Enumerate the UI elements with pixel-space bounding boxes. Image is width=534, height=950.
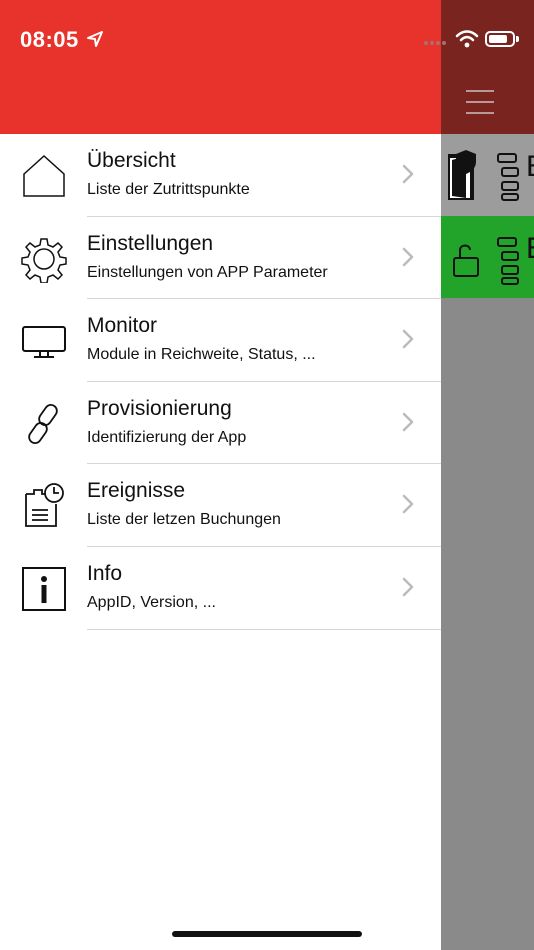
menu-item-subtitle: Identifizierung der App — [87, 428, 247, 446]
background-row-label: E — [526, 150, 534, 184]
menu-item-subtitle: AppID, Version, ... — [87, 593, 216, 611]
chevron-right-icon — [402, 164, 414, 184]
menu-item-einstellungen[interactable]: Einstellungen Einstellungen von APP Para… — [0, 217, 441, 300]
menu-item-ereignisse[interactable]: Ereignisse Liste der letzen Buchungen — [0, 464, 441, 547]
background-row-label: E — [526, 232, 534, 266]
door-shield-icon — [448, 150, 519, 201]
menu-item-subtitle: Liste der Zutrittspunkte — [87, 181, 250, 198]
menu-item-title: Ereignisse — [87, 479, 186, 503]
hamburger-menu-button[interactable] — [466, 90, 496, 116]
status-time: 08:05 — [20, 27, 79, 52]
house-icon — [23, 154, 65, 197]
menu-item-title: Einstellungen — [87, 231, 214, 255]
menu-item-title: Provisionierung — [87, 396, 232, 420]
menu-item-monitor[interactable]: Monitor Module in Reichweite, Status, ..… — [0, 299, 441, 382]
menu-item-uebersicht[interactable]: Übersicht Liste der Zutrittspunkte — [0, 134, 441, 217]
cellular-signal-icon — [424, 41, 448, 45]
info-icon — [22, 566, 66, 611]
menu-item-subtitle: Einstellungen von APP Parameter — [87, 263, 328, 281]
menu-item-title: Info — [87, 561, 123, 585]
menu-item-title: Monitor — [87, 314, 158, 338]
location-arrow-icon — [87, 31, 103, 47]
link-icon — [28, 403, 58, 444]
menu-item-title: Übersicht — [87, 149, 176, 172]
chevron-right-icon — [402, 247, 414, 266]
divider — [87, 628, 441, 630]
menu-item-subtitle: Module in Reichweite, Status, ... — [87, 346, 316, 364]
battery-icon — [485, 31, 519, 47]
home-indicator[interactable] — [172, 931, 362, 937]
menu-item-info[interactable]: Info AppID, Version, ... — [0, 547, 441, 630]
status-bar: 08:05 — [0, 0, 534, 80]
drawer-menu: Übersicht Liste der Zutrittspunkte Einst… — [0, 134, 441, 630]
chevron-right-icon — [402, 412, 414, 432]
unlocked-padlock-icon — [453, 237, 519, 285]
chevron-right-icon — [402, 577, 414, 597]
gear-icon — [21, 237, 67, 283]
chevron-right-icon — [402, 329, 414, 349]
wifi-icon — [455, 30, 479, 48]
chevron-right-icon — [402, 495, 414, 514]
menu-item-subtitle: Liste der letzen Buchungen — [87, 511, 281, 529]
monitor-icon — [22, 326, 66, 359]
side-drawer: Übersicht Liste der Zutrittspunkte Einst… — [0, 0, 441, 950]
menu-item-provisionierung[interactable]: Provisionierung Identifizierung der App — [0, 382, 441, 465]
clipboard-clock-icon — [25, 483, 64, 528]
